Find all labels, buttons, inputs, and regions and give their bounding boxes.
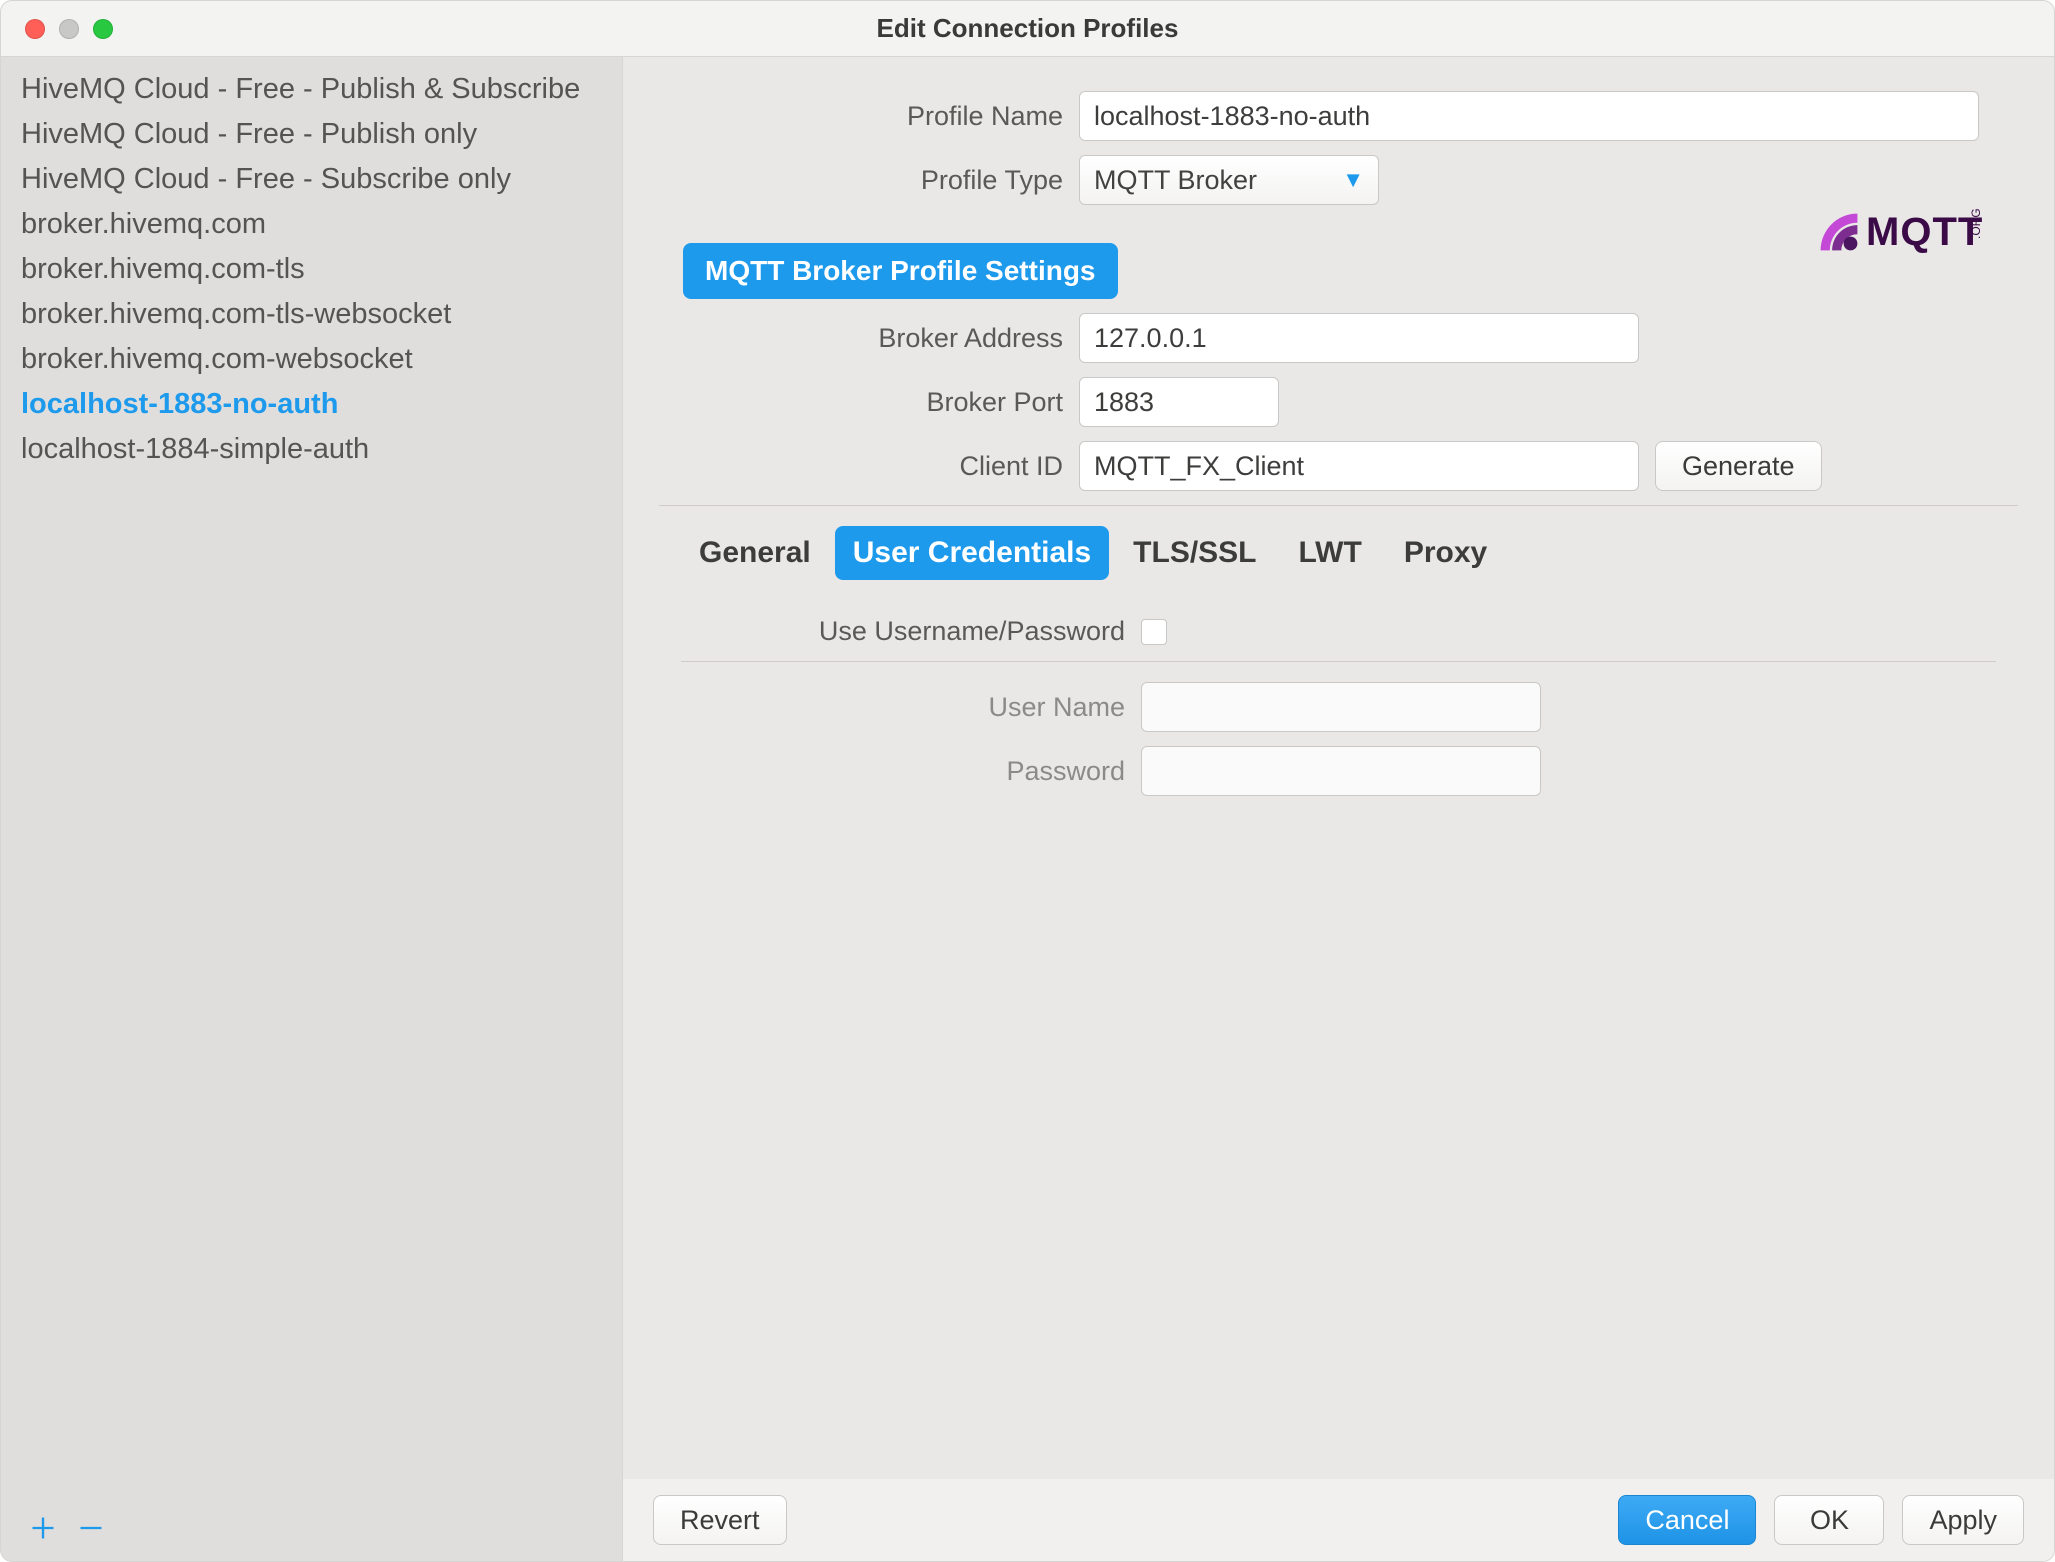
use-credentials-checkbox[interactable] bbox=[1141, 619, 1167, 645]
cancel-button-label: Cancel bbox=[1645, 1505, 1729, 1536]
broker-settings-header: MQTT Broker Profile Settings bbox=[683, 243, 1118, 299]
tab-general[interactable]: General bbox=[681, 526, 829, 580]
profile-type-value: MQTT Broker bbox=[1094, 165, 1257, 196]
tab-label: TLS/SSL bbox=[1133, 536, 1256, 569]
titlebar: Edit Connection Profiles bbox=[1, 1, 2054, 57]
username-label: User Name bbox=[681, 692, 1141, 723]
sidebar-item-label: HiveMQ Cloud - Free - Publish & Subscrib… bbox=[21, 73, 580, 105]
profiles-sidebar: HiveMQ Cloud - Free - Publish & Subscrib… bbox=[1, 57, 623, 1561]
broker-address-label: Broker Address bbox=[659, 323, 1079, 354]
client-id-input[interactable] bbox=[1079, 441, 1639, 491]
profile-name-input[interactable] bbox=[1079, 91, 1979, 141]
profile-type-label: Profile Type bbox=[659, 165, 1079, 196]
tab-label: LWT bbox=[1299, 536, 1362, 569]
settings-tabs: General User Credentials TLS/SSL LWT Pro… bbox=[659, 526, 2018, 580]
window-title: Edit Connection Profiles bbox=[1, 13, 2054, 44]
broker-port-input[interactable] bbox=[1079, 377, 1279, 427]
cancel-button[interactable]: Cancel bbox=[1618, 1495, 1756, 1545]
divider bbox=[659, 505, 2018, 506]
bottom-bar: Revert Cancel OK Apply bbox=[623, 1479, 2054, 1561]
mqtt-logo-sub: .ORG bbox=[1969, 208, 1983, 239]
tab-label: Proxy bbox=[1404, 536, 1487, 569]
sidebar-item-label: HiveMQ Cloud - Free - Subscribe only bbox=[21, 163, 511, 195]
tab-label: General bbox=[699, 536, 811, 569]
edit-connection-profiles-window: Edit Connection Profiles HiveMQ Cloud - … bbox=[0, 0, 2055, 1562]
apply-button[interactable]: Apply bbox=[1902, 1495, 2024, 1545]
tab-label: User Credentials bbox=[853, 536, 1091, 569]
generate-button-label: Generate bbox=[1682, 451, 1795, 482]
use-credentials-label: Use Username/Password bbox=[681, 616, 1141, 647]
sidebar-item[interactable]: HiveMQ Cloud - Free - Subscribe only bbox=[1, 157, 622, 202]
ok-button[interactable]: OK bbox=[1774, 1495, 1884, 1545]
sidebar-item-label: broker.hivemq.com-tls bbox=[21, 253, 305, 285]
minus-icon bbox=[77, 1507, 105, 1552]
password-label: Password bbox=[681, 756, 1141, 787]
mqtt-logo-text: MQTT bbox=[1866, 210, 1983, 255]
sidebar-item-selected[interactable]: localhost-1883-no-auth bbox=[1, 382, 622, 427]
tab-tls-ssl[interactable]: TLS/SSL bbox=[1115, 526, 1274, 580]
sidebar-item[interactable]: HiveMQ Cloud - Free - Publish & Subscrib… bbox=[1, 67, 622, 112]
sidebar-item[interactable]: broker.hivemq.com-tls bbox=[1, 247, 622, 292]
tab-content-user-credentials: Use Username/Password User Name Password bbox=[659, 580, 2018, 846]
tab-lwt[interactable]: LWT bbox=[1281, 526, 1380, 580]
broker-port-label: Broker Port bbox=[659, 387, 1079, 418]
sidebar-item[interactable]: HiveMQ Cloud - Free - Publish only bbox=[1, 112, 622, 157]
profile-type-select[interactable]: MQTT Broker ▼ bbox=[1079, 155, 1379, 205]
client-id-label: Client ID bbox=[659, 451, 1079, 482]
sidebar-item-label: localhost-1884-simple-auth bbox=[21, 433, 369, 465]
revert-button[interactable]: Revert bbox=[653, 1495, 787, 1545]
sidebar-item-label: HiveMQ Cloud - Free - Publish only bbox=[21, 118, 477, 150]
remove-profile-button[interactable] bbox=[77, 1509, 105, 1549]
divider bbox=[681, 661, 1996, 662]
mqtt-logo-icon bbox=[1816, 209, 1862, 255]
profile-name-label: Profile Name bbox=[659, 101, 1079, 132]
sidebar-item[interactable]: localhost-1884-simple-auth bbox=[1, 427, 622, 472]
sidebar-item-label: localhost-1883-no-auth bbox=[21, 388, 338, 420]
sidebar-item-label: broker.hivemq.com-websocket bbox=[21, 343, 413, 375]
password-input[interactable] bbox=[1141, 746, 1541, 796]
tab-user-credentials[interactable]: User Credentials bbox=[835, 526, 1109, 580]
sidebar-item-label: broker.hivemq.com bbox=[21, 208, 266, 240]
ok-button-label: OK bbox=[1810, 1505, 1849, 1536]
revert-button-label: Revert bbox=[680, 1505, 760, 1536]
sidebar-item[interactable]: broker.hivemq.com-websocket bbox=[1, 337, 622, 382]
plus-icon bbox=[29, 1507, 57, 1552]
username-input[interactable] bbox=[1141, 682, 1541, 732]
content-panel: Profile Name Profile Type MQTT Broker ▼ bbox=[623, 57, 2054, 1561]
profiles-list[interactable]: HiveMQ Cloud - Free - Publish & Subscrib… bbox=[1, 57, 622, 1497]
sidebar-item-label: broker.hivemq.com-tls-websocket bbox=[21, 298, 451, 330]
sidebar-item[interactable]: broker.hivemq.com bbox=[1, 202, 622, 247]
sidebar-footer bbox=[1, 1497, 622, 1561]
apply-button-label: Apply bbox=[1929, 1505, 1997, 1536]
chevron-down-icon: ▼ bbox=[1342, 167, 1364, 193]
broker-address-input[interactable] bbox=[1079, 313, 1639, 363]
tab-proxy[interactable]: Proxy bbox=[1386, 526, 1505, 580]
generate-button[interactable]: Generate bbox=[1655, 441, 1822, 491]
add-profile-button[interactable] bbox=[29, 1509, 57, 1549]
mqtt-logo: MQTT .ORG bbox=[1816, 209, 2014, 255]
sidebar-item[interactable]: broker.hivemq.com-tls-websocket bbox=[1, 292, 622, 337]
